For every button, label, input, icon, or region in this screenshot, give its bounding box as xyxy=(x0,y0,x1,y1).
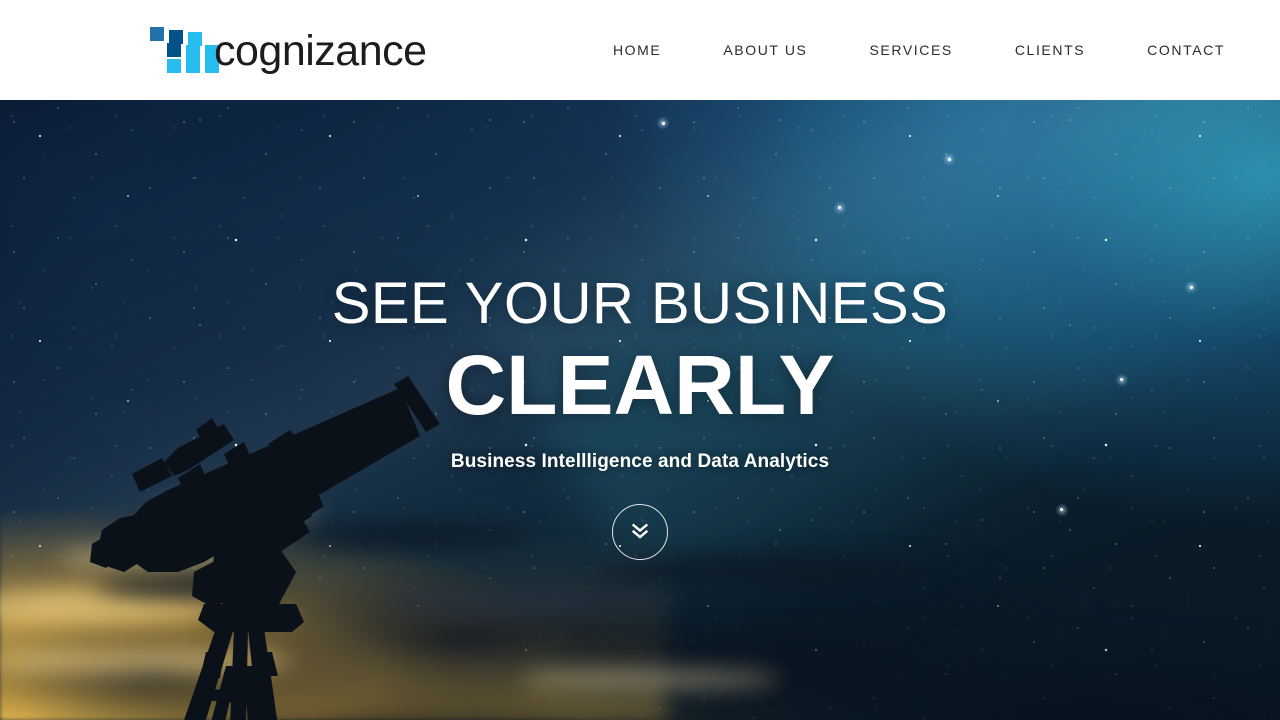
hero-subtitle: Business Intellligence and Data Analytic… xyxy=(450,451,830,472)
brand-wordmark: cognizance xyxy=(214,26,427,75)
logo-square-5 xyxy=(186,45,200,59)
logo-square-7 xyxy=(167,59,181,73)
logo-square-1 xyxy=(150,27,164,41)
cognizance-logo-mark xyxy=(150,27,219,73)
nav-item-contact[interactable]: CONTACT xyxy=(1116,42,1256,58)
brand-logo[interactable]: cognizance xyxy=(150,27,427,73)
hero-headline-line-2: CLEARLY xyxy=(445,338,835,432)
hero-headline-line-1: SEE YOUR BUSINESS xyxy=(331,271,949,336)
site-header: cognizance HOME ABOUT US SERVICES CLIENT… xyxy=(0,0,1280,100)
nav-item-home[interactable]: HOME xyxy=(582,42,692,58)
logo-square-8 xyxy=(186,59,200,73)
hero-content: SEE YOUR BUSINESS CLEARLY Business Intel… xyxy=(0,100,1280,720)
hero-section: SEE YOUR BUSINESS CLEARLY Business Intel… xyxy=(0,100,1280,720)
double-chevron-down-icon xyxy=(630,523,650,541)
logo-square-2 xyxy=(169,30,183,44)
nav-item-clients[interactable]: CLIENTS xyxy=(984,42,1116,58)
logo-square-3 xyxy=(188,32,202,46)
main-navigation: HOME ABOUT US SERVICES CLIENTS CONTACT xyxy=(582,42,1256,58)
scroll-down-button[interactable] xyxy=(612,504,668,560)
nav-item-services[interactable]: SERVICES xyxy=(838,42,983,58)
logo-square-4 xyxy=(167,43,181,57)
nav-item-about-us[interactable]: ABOUT US xyxy=(692,42,838,58)
